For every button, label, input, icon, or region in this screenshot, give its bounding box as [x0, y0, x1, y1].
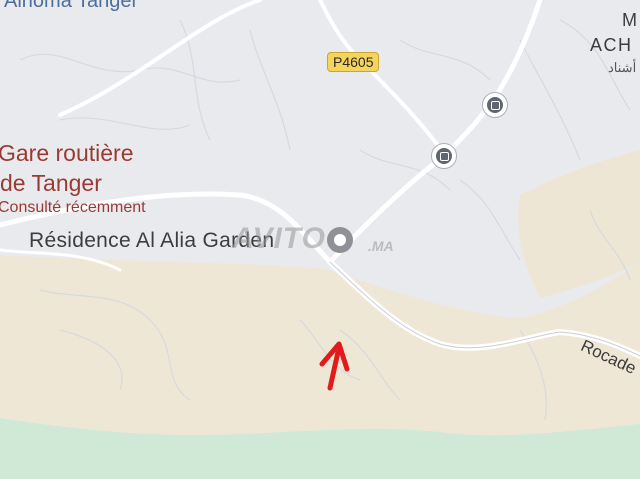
bus-station-label-line2[interactable]: de Tanger [0, 170, 102, 196]
watermark-suffix: .MA [368, 238, 394, 254]
district-label-line2: ACH [590, 35, 633, 55]
district-label: M [622, 10, 639, 30]
bus-stop-icon[interactable] [431, 143, 457, 169]
district-label-arabic: أشناد [608, 60, 637, 75]
road-badge: P4605 [327, 52, 380, 72]
place-label-top: Alhoma Tanger [4, 0, 139, 12]
place-pin-icon[interactable] [327, 227, 353, 253]
watermark: AVITO [232, 222, 326, 255]
recently-viewed-label: Consulté récemment [0, 199, 146, 216]
bus-station-label[interactable]: Gare routière [0, 140, 134, 166]
bus-stop-icon[interactable] [482, 92, 508, 118]
